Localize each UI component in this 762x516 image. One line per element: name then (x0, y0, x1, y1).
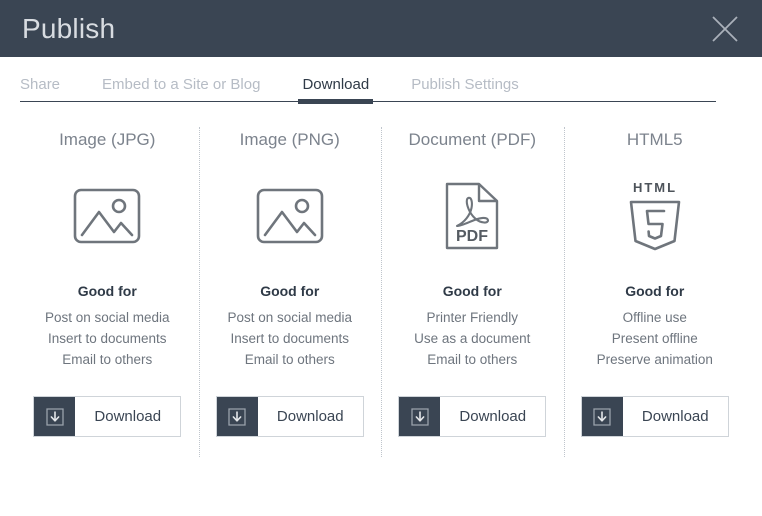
download-icon (593, 407, 612, 426)
list-item: Post on social media (227, 310, 353, 325)
download-button-label: Download (94, 408, 162, 425)
download-icon (46, 407, 64, 426)
card-icon-area (256, 170, 324, 262)
html5-icon-top-text: HTML (633, 180, 677, 195)
list-item: Email to others (62, 352, 153, 367)
list-item: Post on social media (44, 310, 170, 325)
download-icon-box (399, 397, 441, 436)
download-button-png[interactable]: Download (215, 396, 364, 437)
html5-shield-icon: HTML (629, 180, 681, 251)
benefit-list: Post on social media Insert to documents… (227, 307, 352, 370)
image-icon (73, 188, 141, 244)
good-for-heading: Good for (77, 283, 137, 299)
tab-embed[interactable]: Embed to a Site or Blog (102, 77, 260, 104)
close-icon (712, 15, 738, 42)
list-item: Insert to documents (230, 331, 350, 346)
card-icon-area: PDF (443, 170, 501, 262)
benefit-list: Offline use Present offline Preserve ani… (597, 307, 713, 370)
card-icon-area: HTML (624, 170, 686, 262)
download-icon-box (581, 397, 623, 436)
card-icon-area (73, 170, 141, 262)
benefit-list: Printer Friendly Use as a document Email… (414, 307, 530, 370)
list-item: Offline use (622, 310, 687, 325)
download-button-label: Download (276, 408, 344, 425)
dialog-header: Publish (0, 0, 762, 57)
pdf-file-icon: PDF (446, 182, 499, 250)
list-item: Present offline (611, 331, 698, 346)
list-item: Email to others (427, 352, 518, 367)
close-button[interactable] (708, 12, 742, 46)
list-item: Use as a document (414, 331, 531, 346)
list-item: Insert to documents (47, 331, 167, 346)
download-button-html5[interactable]: Download (580, 396, 729, 437)
list-item: Printer Friendly (426, 310, 519, 325)
card-title: Image (PNG) (239, 130, 340, 149)
download-card-jpg: Image (JPG) Good for Post on social medi… (16, 124, 199, 437)
tab-publish-settings[interactable]: Publish Settings (411, 77, 519, 104)
download-card-pdf: Document (PDF) PDF Good for Printer Frie… (381, 124, 564, 457)
image-icon (256, 188, 324, 244)
tab-download[interactable]: Download (298, 77, 373, 104)
card-title: Document (PDF) (408, 130, 537, 149)
download-button-pdf[interactable]: Download (398, 396, 547, 437)
page-title: Publish (22, 12, 116, 44)
good-for-heading: Good for (260, 283, 320, 299)
tab-bar: Share Embed to a Site or Blog Download P… (0, 57, 762, 104)
good-for-heading: Good for (442, 283, 502, 299)
download-card-png: Image (PNG) Good for Post on social medi… (198, 124, 382, 457)
download-options-grid: Image (JPG) Good for Post on social medi… (0, 104, 762, 457)
tab-bar-divider (20, 101, 716, 102)
download-icon-box (216, 397, 258, 436)
good-for-heading: Good for (625, 283, 685, 299)
download-card-html5: HTML5 HTML Good for Offline use Present … (563, 124, 747, 457)
tab-share[interactable]: Share (20, 77, 60, 104)
download-button-label: Download (641, 408, 709, 425)
list-item: Preserve animation (596, 352, 713, 367)
list-item: Email to others (244, 352, 335, 367)
download-icon-box (34, 397, 76, 436)
card-title: HTML5 (626, 130, 683, 149)
card-title: Image (JPG) (59, 130, 156, 149)
download-button-jpg[interactable]: Download (33, 396, 182, 437)
benefit-list: Post on social media Insert to documents… (45, 307, 170, 370)
pdf-icon-text: PDF (456, 228, 488, 245)
download-button-label: Download (459, 408, 527, 425)
download-icon (411, 407, 429, 426)
download-icon (228, 407, 247, 426)
